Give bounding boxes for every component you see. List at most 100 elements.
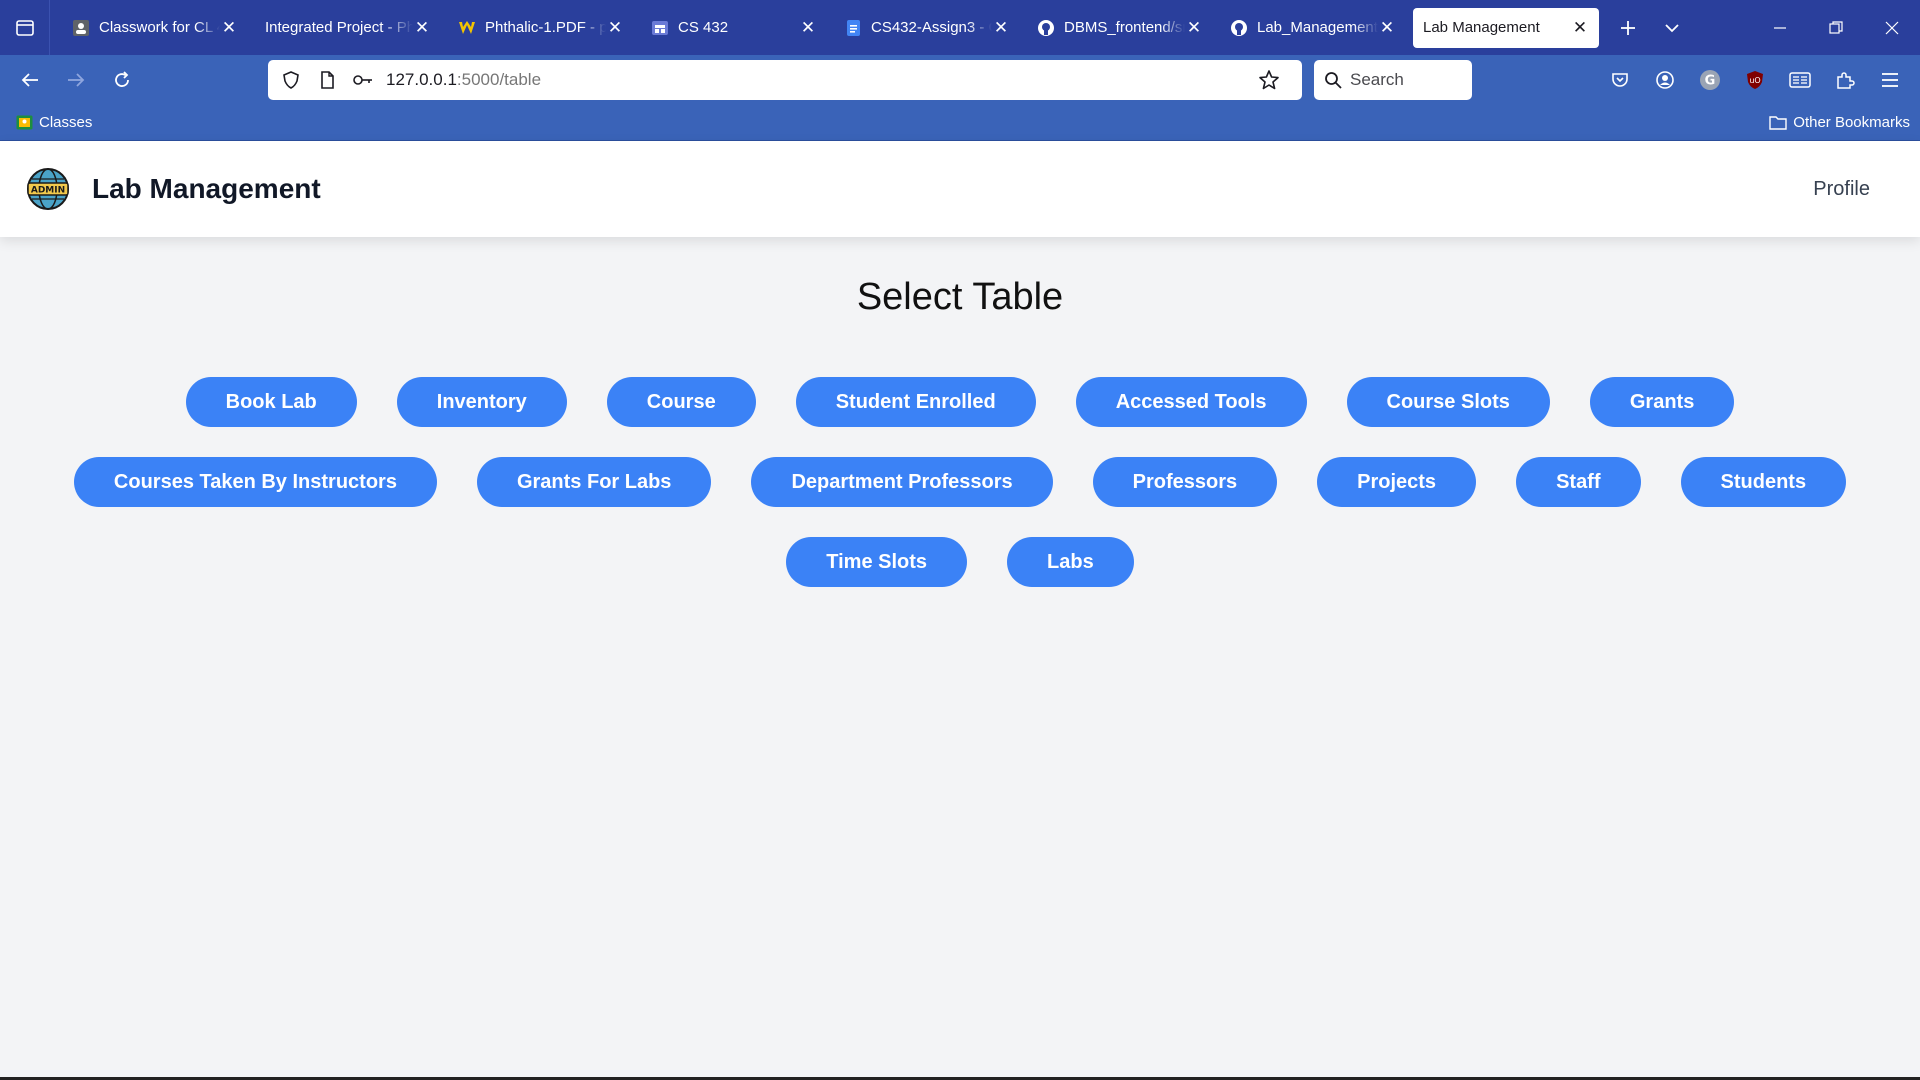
account-icon bbox=[1655, 71, 1674, 89]
url-host: 127.0.0.1 bbox=[386, 70, 457, 89]
back-button[interactable] bbox=[8, 60, 52, 100]
tab-bar: Classwork for CL 4 ✕ Integrated Project … bbox=[0, 0, 1920, 55]
app-menu-button[interactable] bbox=[1867, 60, 1912, 100]
grammarly-icon: G bbox=[1699, 70, 1720, 90]
reader-view-button[interactable] bbox=[1777, 60, 1822, 100]
pocket-icon bbox=[1611, 73, 1628, 87]
grants-for-labs-button[interactable]: Grants For Labs bbox=[476, 457, 712, 507]
folder-icon bbox=[1769, 115, 1787, 130]
inventory-button[interactable]: Inventory bbox=[396, 377, 567, 427]
bookmarks-toolbar: Classes Other Bookmarks bbox=[0, 105, 1920, 141]
svg-text:G: G bbox=[1704, 74, 1715, 89]
minimize-button[interactable] bbox=[1752, 0, 1808, 55]
page-title: Select Table bbox=[856, 276, 1064, 318]
professors-button[interactable]: Professors bbox=[1092, 457, 1278, 507]
minimize-icon bbox=[1774, 26, 1786, 29]
other-bookmarks[interactable]: Other Bookmarks bbox=[1769, 114, 1910, 131]
search-placeholder: Search bbox=[1350, 70, 1404, 89]
search-input[interactable]: Search bbox=[1314, 60, 1472, 100]
brand-title[interactable]: Lab Management bbox=[92, 173, 321, 205]
new-tab-button[interactable] bbox=[1606, 8, 1650, 48]
admin-globe-logo[interactable]: ADMIN bbox=[26, 167, 70, 211]
tab-classwork[interactable]: Classwork for CL 4 ✕ bbox=[62, 8, 248, 48]
close-icon[interactable]: ✕ bbox=[413, 19, 431, 37]
svg-text:uO: uO bbox=[1749, 76, 1760, 85]
classroom-icon bbox=[16, 115, 33, 130]
department-professors-button[interactable]: Department Professors bbox=[751, 457, 1053, 507]
close-icon[interactable]: ✕ bbox=[992, 19, 1010, 37]
close-icon[interactable]: ✕ bbox=[1378, 19, 1396, 37]
back-arrow-icon bbox=[21, 73, 38, 87]
list-all-tabs-button[interactable] bbox=[1650, 8, 1694, 48]
extensions-button[interactable] bbox=[1822, 60, 1867, 100]
grants-button[interactable]: Grants bbox=[1589, 377, 1735, 427]
calendar-icon bbox=[651, 19, 669, 37]
tab-dbms-frontend[interactable]: DBMS_frontend/sr ✕ bbox=[1027, 8, 1213, 48]
forward-arrow-icon bbox=[68, 73, 85, 87]
close-icon[interactable]: ✕ bbox=[1571, 19, 1589, 37]
staff-button[interactable]: Staff bbox=[1516, 457, 1641, 507]
account-button[interactable] bbox=[1642, 60, 1687, 100]
svg-text:ADMIN: ADMIN bbox=[31, 186, 65, 196]
reader-icon bbox=[1788, 72, 1811, 88]
github-icon bbox=[1230, 19, 1248, 37]
course-button[interactable]: Course bbox=[606, 377, 756, 427]
tab-title: Integrated Project - Ph bbox=[265, 19, 413, 36]
bookmark-star-icon[interactable] bbox=[1256, 67, 1282, 93]
time-slots-button[interactable]: Time Slots bbox=[786, 537, 968, 587]
bookmark-classes[interactable]: Classes bbox=[16, 114, 92, 131]
github-icon bbox=[1037, 19, 1055, 37]
chevron-down-icon bbox=[1665, 23, 1679, 32]
tab-list-button[interactable] bbox=[0, 0, 50, 55]
app-header: ADMIN Lab Management Profile bbox=[0, 141, 1920, 237]
close-window-button[interactable] bbox=[1864, 0, 1920, 55]
address-bar[interactable]: 127.0.0.1:5000/table bbox=[268, 60, 1302, 100]
close-icon[interactable]: ✕ bbox=[220, 19, 238, 37]
accessed-tools-button[interactable]: Accessed Tools bbox=[1075, 377, 1307, 427]
reload-button[interactable] bbox=[100, 60, 144, 100]
ublock-origin-icon: uO bbox=[1746, 71, 1763, 89]
close-icon[interactable]: ✕ bbox=[799, 19, 817, 37]
forward-button[interactable] bbox=[54, 60, 98, 100]
tracking-protection-shield-icon[interactable] bbox=[278, 67, 304, 93]
tab-integrated-project[interactable]: Integrated Project - Ph ✕ bbox=[255, 8, 441, 48]
tab-title: CS 432 bbox=[678, 19, 729, 36]
student-enrolled-button[interactable]: Student Enrolled bbox=[795, 377, 1036, 427]
url-path: :5000/table bbox=[456, 70, 542, 89]
restore-icon bbox=[1829, 20, 1843, 34]
classroom-icon bbox=[72, 19, 90, 37]
hamburger-menu-icon bbox=[1881, 73, 1898, 87]
tab-lab-management[interactable]: Lab Management ✕ bbox=[1413, 7, 1599, 48]
tab-title: DBMS_frontend/sr bbox=[1064, 19, 1185, 36]
projects-button[interactable]: Projects bbox=[1317, 457, 1477, 507]
bookmark-label: Classes bbox=[39, 114, 93, 131]
table-button-row: Book Lab Inventory Course Student Enroll… bbox=[0, 377, 1920, 427]
close-icon[interactable]: ✕ bbox=[1185, 19, 1203, 37]
tab-cs432-assign3[interactable]: CS432-Assign3 - G ✕ bbox=[834, 8, 1020, 48]
table-button-row: Time Slots Labs bbox=[0, 537, 1920, 587]
puzzle-piece-icon bbox=[1836, 72, 1855, 89]
google-docs-icon bbox=[844, 19, 862, 37]
ublock-button[interactable]: uO bbox=[1732, 60, 1777, 100]
pocket-button[interactable] bbox=[1597, 60, 1642, 100]
book-lab-button[interactable]: Book Lab bbox=[185, 377, 357, 427]
restore-button[interactable] bbox=[1808, 0, 1864, 55]
profile-link[interactable]: Profile bbox=[1813, 178, 1870, 201]
course-slots-button[interactable]: Course Slots bbox=[1346, 377, 1550, 427]
close-icon[interactable]: ✕ bbox=[606, 19, 624, 37]
tab-title: CS432-Assign3 - G bbox=[871, 19, 992, 36]
plus-icon bbox=[1621, 20, 1635, 35]
students-button[interactable]: Students bbox=[1680, 457, 1847, 507]
table-button-row: Courses Taken By Instructors Grants For … bbox=[0, 457, 1920, 507]
tab-phthalic-pdf[interactable]: Phthalic-1.PDF - p ✕ bbox=[448, 8, 634, 48]
page-info-icon[interactable] bbox=[314, 67, 340, 93]
labs-button[interactable]: Labs bbox=[1007, 537, 1134, 587]
tab-lab-management-github[interactable]: Lab_Management ✕ bbox=[1220, 8, 1406, 48]
navigation-toolbar: 127.0.0.1:5000/table Search G uO bbox=[0, 55, 1920, 105]
tab-cs432[interactable]: CS 432 ✕ bbox=[641, 8, 827, 48]
reload-icon bbox=[115, 71, 129, 87]
bookmark-label: Other Bookmarks bbox=[1793, 114, 1910, 131]
grammarly-button[interactable]: G bbox=[1687, 60, 1732, 100]
key-icon[interactable] bbox=[350, 67, 376, 93]
courses-taken-by-instructors-button[interactable]: Courses Taken By Instructors bbox=[73, 457, 437, 507]
